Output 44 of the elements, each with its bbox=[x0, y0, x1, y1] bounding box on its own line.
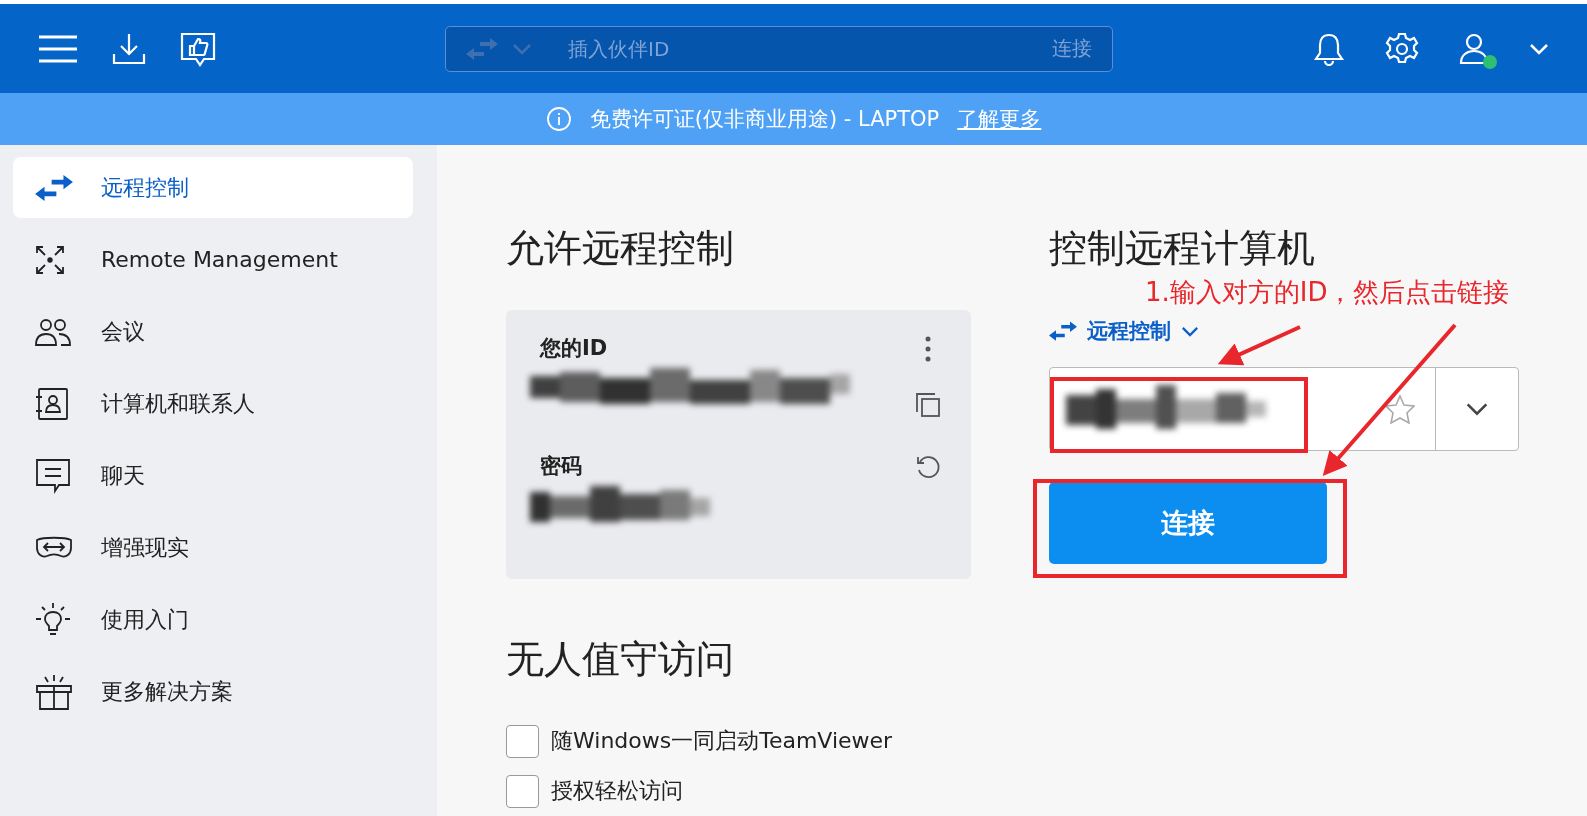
annotation-text: 1.输入对方的ID，然后点击链接 bbox=[1145, 276, 1510, 309]
section-title: 控制远程计算机 bbox=[1049, 225, 1316, 272]
lightbulb-icon bbox=[35, 601, 71, 638]
license-text: 免费许可证(仅非商业用途) - LAPTOP bbox=[589, 106, 940, 133]
chevron-down-icon bbox=[1181, 325, 1199, 337]
arrows-icon bbox=[466, 37, 498, 60]
arrows-icon bbox=[35, 174, 73, 201]
sidebar-item[interactable]: 计算机和联系人 bbox=[13, 373, 413, 434]
section-title: 无人值守访问 bbox=[506, 636, 735, 683]
info-icon bbox=[545, 106, 572, 132]
star-icon[interactable] bbox=[1385, 394, 1415, 424]
arrows-icon bbox=[1049, 321, 1077, 341]
download-icon[interactable] bbox=[112, 31, 146, 66]
option-label: 授权轻松访问 bbox=[551, 777, 683, 805]
sidebar-item[interactable]: 增强现实 bbox=[13, 517, 413, 578]
sidebar-item[interactable]: 聊天 bbox=[13, 445, 413, 506]
thumbs-up-chat-icon[interactable] bbox=[180, 30, 216, 67]
partner-id-input[interactable] bbox=[1049, 367, 1519, 451]
chevron-down-icon bbox=[1465, 402, 1489, 416]
menu-icon[interactable] bbox=[38, 33, 78, 64]
contact-card-icon bbox=[35, 386, 69, 421]
expand-icon bbox=[35, 244, 65, 275]
id-label: 您的ID bbox=[540, 335, 609, 362]
sidebar-item[interactable]: Remote Management bbox=[13, 229, 413, 290]
chat-icon bbox=[35, 457, 71, 494]
mode-selector[interactable]: 远程控制 bbox=[1049, 317, 1199, 345]
sidebar-item[interactable]: 远程控制 bbox=[13, 157, 413, 218]
more-options-icon[interactable] bbox=[925, 336, 931, 362]
sidebar-item[interactable]: 会议 bbox=[13, 301, 413, 362]
checkbox[interactable] bbox=[506, 724, 539, 758]
sidebar-item[interactable]: 更多解决方案 bbox=[13, 661, 413, 722]
password-label: 密码 bbox=[540, 453, 583, 480]
refresh-icon[interactable] bbox=[915, 454, 941, 480]
option-label: 随Windows一同启动TeamViewer bbox=[551, 727, 893, 755]
people-icon bbox=[35, 317, 71, 346]
settings-icon[interactable] bbox=[1385, 31, 1419, 66]
checkbox[interactable] bbox=[506, 774, 539, 808]
sidebar-item[interactable]: 使用入门 bbox=[13, 589, 413, 650]
bell-icon[interactable] bbox=[1313, 31, 1345, 66]
user-icon[interactable] bbox=[1459, 32, 1489, 65]
section-title: 允许远程控制 bbox=[506, 225, 735, 272]
gift-box-icon bbox=[35, 673, 73, 710]
copy-icon[interactable] bbox=[915, 392, 941, 418]
ar-headset-icon bbox=[35, 535, 73, 560]
